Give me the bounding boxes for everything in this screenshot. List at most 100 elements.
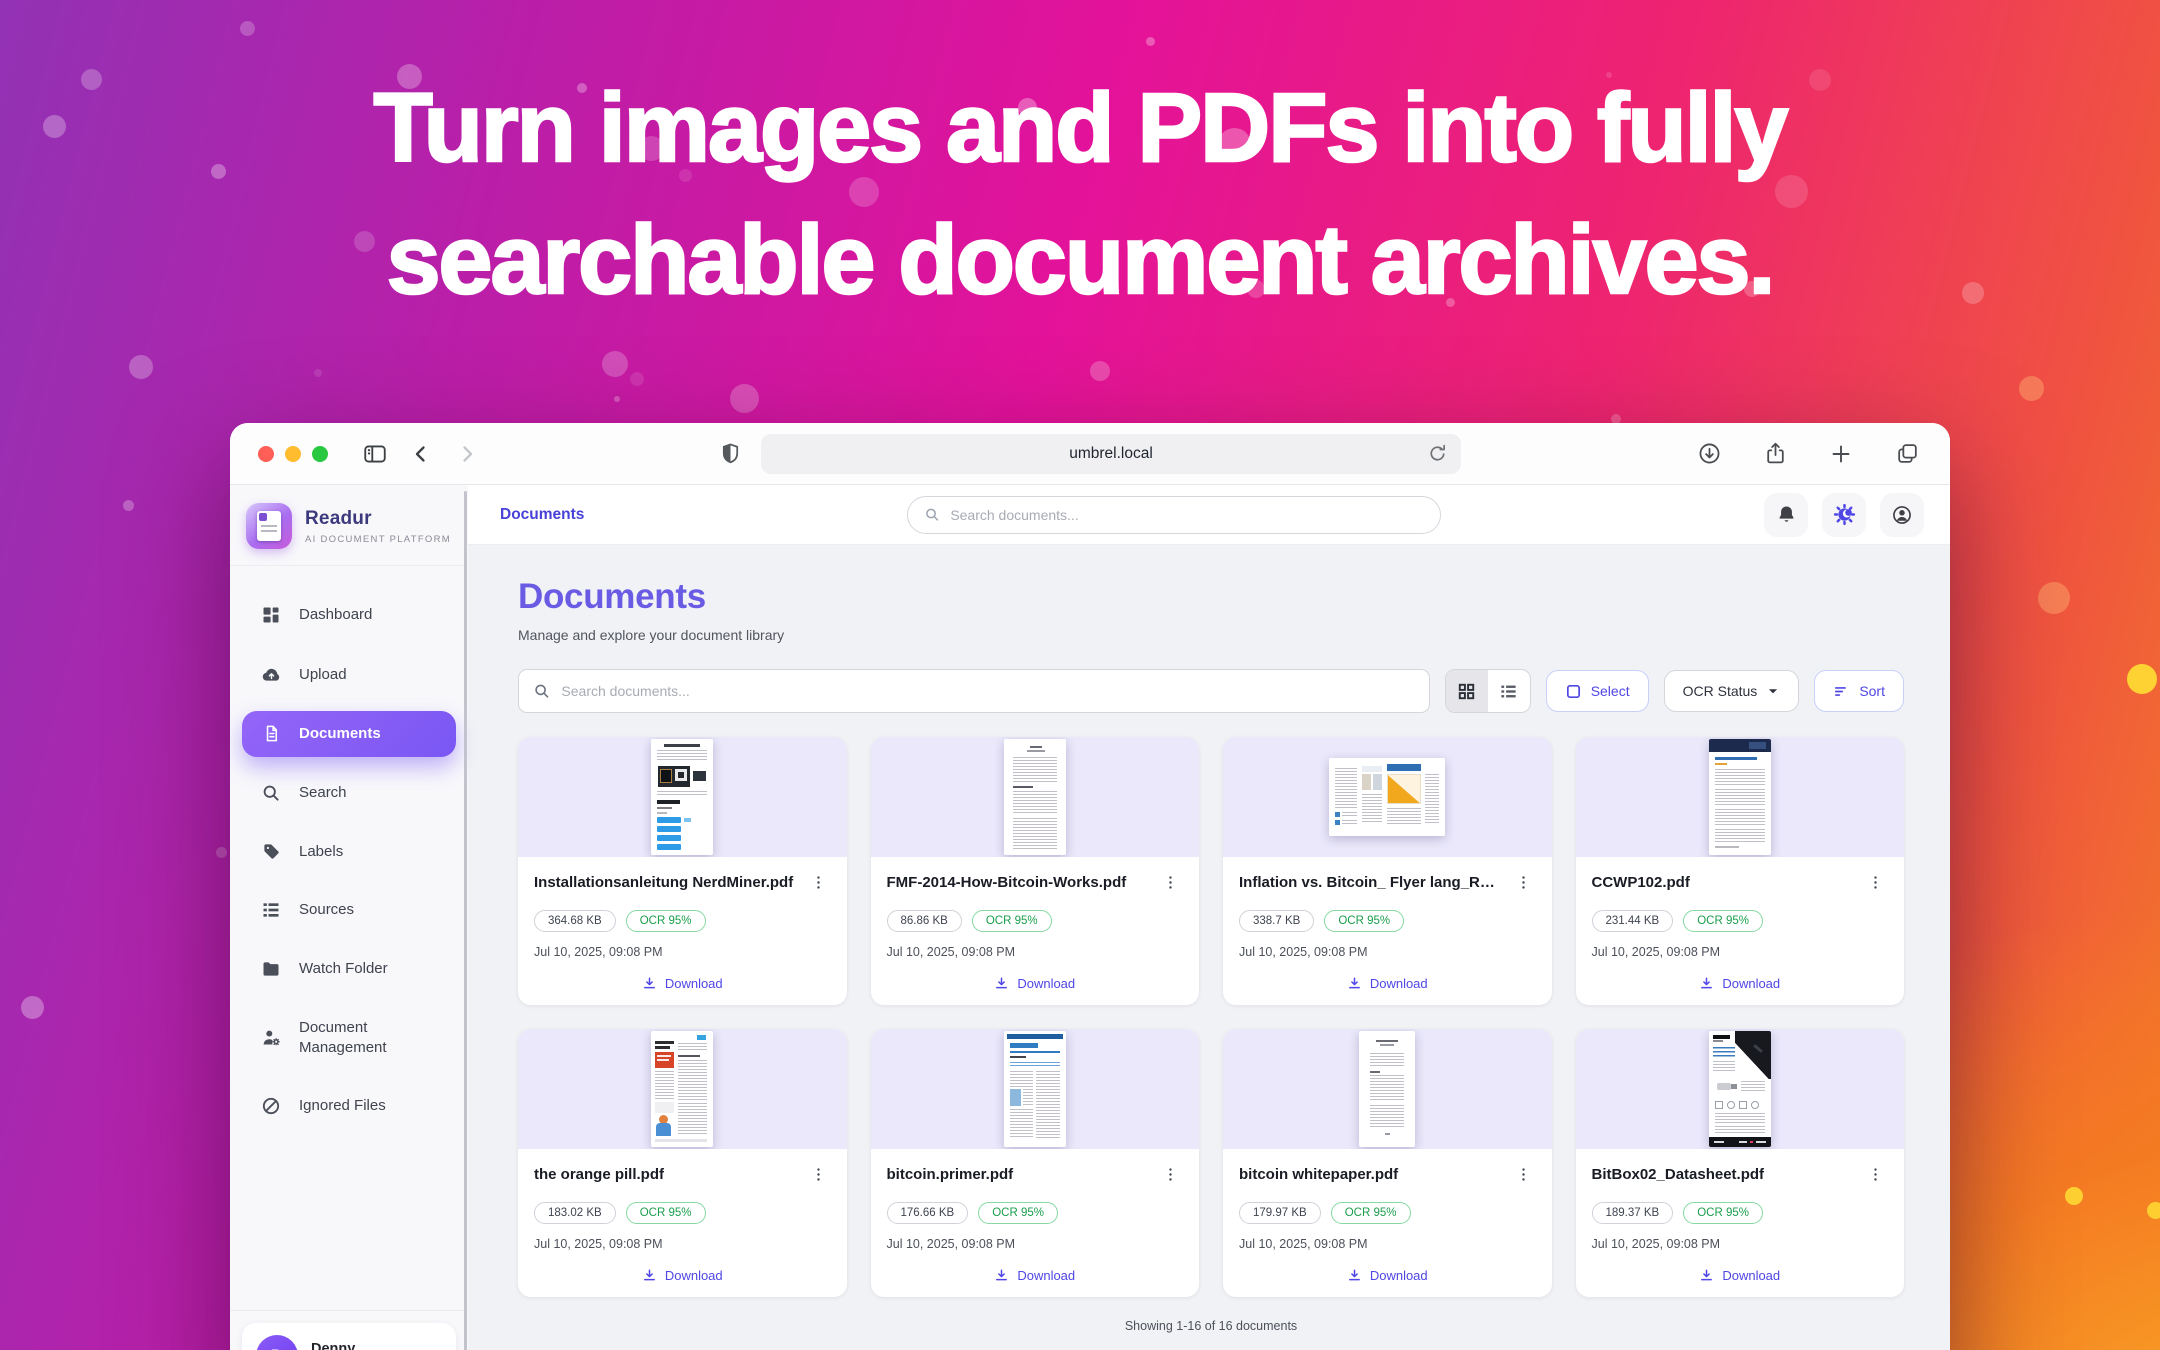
document-card[interactable]: BitBox02_Datasheet.pdf189.37 KBOCR 95%Ju… [1576, 1029, 1905, 1297]
hero-headline: Turn images and PDFs into fully searchab… [0, 62, 2160, 326]
topbar-search-input[interactable] [950, 507, 1424, 523]
kebab-menu-button[interactable] [1863, 1164, 1888, 1190]
sidebar-item-dashboard[interactable]: Dashboard [242, 592, 456, 638]
back-icon [409, 442, 433, 466]
download-link[interactable]: Download [534, 972, 831, 993]
download-link[interactable]: Download [534, 1264, 831, 1285]
sidebar-item-upload[interactable]: Upload [242, 651, 456, 698]
document-card[interactable]: CCWP102.pdf231.44 KBOCR 95%Jul 10, 2025,… [1576, 737, 1905, 1005]
download-icon [994, 1268, 1009, 1283]
theme-toggle-button[interactable] [1822, 493, 1866, 537]
bell-icon [1776, 504, 1797, 525]
kebab-menu-button[interactable] [1863, 872, 1888, 898]
back-button[interactable] [406, 439, 436, 469]
select-button[interactable]: Select [1546, 670, 1649, 712]
breadcrumb[interactable]: Documents [500, 506, 584, 524]
user-card[interactable]: D Denny admin@readur.com [242, 1323, 456, 1350]
sort-button[interactable]: Sort [1814, 670, 1904, 712]
readur-logo-icon [246, 503, 292, 549]
user-icon [1891, 504, 1913, 526]
document-thumbnail [1223, 737, 1552, 857]
download-link[interactable]: Download [887, 1264, 1184, 1285]
more-options-icon [1515, 874, 1532, 891]
tab-overview-button[interactable] [1892, 439, 1922, 469]
ocr-status-badge: OCR 95% [1331, 1202, 1411, 1224]
plus-icon [1829, 442, 1853, 466]
download-link[interactable]: Download [1592, 972, 1889, 993]
more-options-icon [1515, 1166, 1532, 1183]
file-size-badge: 189.37 KB [1592, 1202, 1674, 1224]
minimize-window-button[interactable] [285, 446, 301, 462]
document-title: bitcoin whitepaper.pdf [1239, 1164, 1503, 1183]
document-thumbnail [518, 1029, 847, 1149]
document-card[interactable]: bitcoin.primer.pdf176.66 KBOCR 95%Jul 10… [871, 1029, 1200, 1297]
browser-right-controls [1694, 439, 1922, 469]
document-card[interactable]: bitcoin whitepaper.pdf179.97 KBOCR 95%Ju… [1223, 1029, 1552, 1297]
close-window-button[interactable] [258, 446, 274, 462]
documents-search[interactable] [518, 669, 1430, 713]
ocr-status-badge: OCR 95% [1683, 1202, 1763, 1224]
sidebar-item-document-management[interactable]: Document Management [242, 1005, 456, 1070]
ocr-status-badge: OCR 95% [626, 1202, 706, 1224]
sidebar-footer: D Denny admin@readur.com [230, 1310, 468, 1350]
download-link[interactable]: Download [1239, 972, 1536, 993]
document-date: Jul 10, 2025, 09:08 PM [887, 1237, 1184, 1251]
kebab-menu-button[interactable] [806, 872, 831, 898]
privacy-shield-button[interactable] [715, 439, 745, 469]
page-subtitle: Manage and explore your document library [518, 627, 1904, 643]
document-card[interactable]: Inflation vs. Bitcoin_ Flyer lang_RGB.pd… [1223, 737, 1552, 1005]
documents-search-input[interactable] [561, 683, 1414, 699]
share-icon [1763, 441, 1788, 466]
document-date: Jul 10, 2025, 09:08 PM [534, 945, 831, 959]
kebab-menu-button[interactable] [806, 1164, 831, 1190]
sidebar-item-ignored-files[interactable]: Ignored Files [242, 1083, 456, 1129]
zoom-window-button[interactable] [312, 446, 328, 462]
kebab-menu-button[interactable] [1158, 872, 1183, 898]
document-icon [260, 724, 282, 743]
forward-button[interactable] [452, 439, 482, 469]
sidebar-scrollbar[interactable] [464, 491, 467, 1350]
forward-icon [455, 442, 479, 466]
reload-button[interactable] [1426, 442, 1449, 470]
ocr-status-label: OCR Status [1683, 683, 1758, 699]
hero-headline-line1: Turn images and PDFs into fully [0, 62, 2160, 194]
sidebar-item-labels[interactable]: Labels [242, 829, 456, 875]
sidebar-toggle-button[interactable] [360, 439, 390, 469]
more-options-icon [1867, 1166, 1884, 1183]
kebab-menu-button[interactable] [1511, 872, 1536, 898]
user-name: Denny [311, 1341, 412, 1350]
sidebar-item-watch-folder[interactable]: Watch Folder [242, 946, 456, 992]
sidebar-item-search[interactable]: Search [242, 770, 456, 816]
download-label: Download [1722, 1268, 1780, 1283]
url-field[interactable]: umbrel.local [761, 434, 1461, 474]
kebab-menu-button[interactable] [1511, 1164, 1536, 1190]
list-view-icon [1499, 682, 1518, 701]
document-thumbnail [1576, 1029, 1905, 1149]
document-card[interactable]: Installationsanleitung NerdMiner.pdf364.… [518, 737, 847, 1005]
download-link[interactable]: Download [887, 972, 1184, 993]
sidebar-item-label: Documents [299, 724, 381, 744]
share-button[interactable] [1760, 439, 1790, 469]
document-card[interactable]: the orange pill.pdf183.02 KBOCR 95%Jul 1… [518, 1029, 847, 1297]
shield-icon [719, 442, 742, 465]
new-tab-button[interactable] [1826, 439, 1856, 469]
download-link[interactable]: Download [1592, 1264, 1889, 1285]
topbar-search[interactable] [907, 496, 1441, 534]
account-button[interactable] [1880, 493, 1924, 537]
document-date: Jul 10, 2025, 09:08 PM [1592, 945, 1889, 959]
document-title: Inflation vs. Bitcoin_ Flyer lang_RGB.pd… [1239, 872, 1503, 891]
document-card[interactable]: FMF-2014-How-Bitcoin-Works.pdf86.86 KBOC… [871, 737, 1200, 1005]
download-link[interactable]: Download [1239, 1264, 1536, 1285]
sidebar-item-documents[interactable]: Documents [242, 711, 456, 757]
sidebar-item-sources[interactable]: Sources [242, 887, 456, 933]
document-date: Jul 10, 2025, 09:08 PM [887, 945, 1184, 959]
browser-toolbar: umbrel.local [230, 423, 1950, 485]
kebab-menu-button[interactable] [1158, 1164, 1183, 1190]
hero-headline-line2: searchable document archives. [0, 194, 2160, 326]
list-view-button[interactable] [1488, 670, 1530, 712]
ocr-status-dropdown[interactable]: OCR Status [1664, 670, 1800, 712]
notifications-button[interactable] [1764, 493, 1808, 537]
downloads-button[interactable] [1694, 439, 1724, 469]
grid-view-button[interactable] [1446, 670, 1488, 712]
sidebar-item-label: Sources [299, 900, 354, 920]
